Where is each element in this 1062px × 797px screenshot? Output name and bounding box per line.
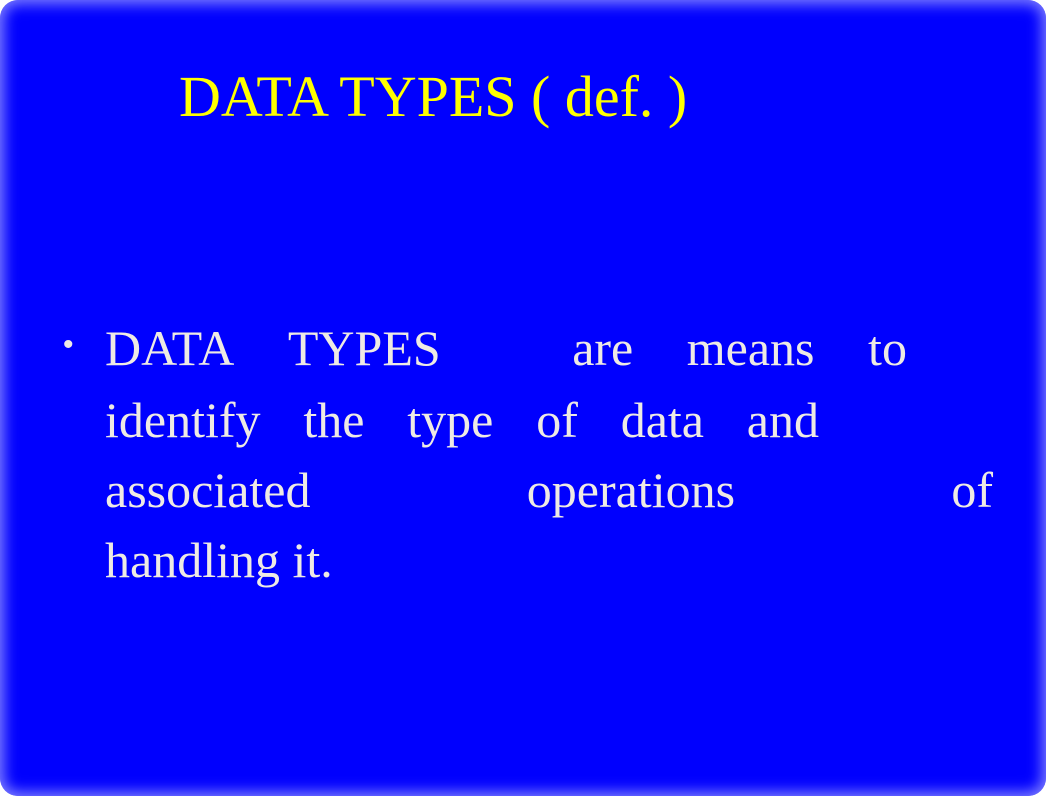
bullet-line-4: handling it. (105, 530, 333, 590)
bullet-line-3: associated operations of (105, 460, 993, 520)
word: means (686, 320, 815, 376)
word: handling it. (105, 532, 333, 588)
word: DATA (105, 320, 235, 376)
word: are (572, 320, 634, 376)
word: and (746, 392, 819, 448)
bullet-icon: • (63, 328, 74, 361)
word: associated (105, 462, 311, 518)
word: operations (526, 462, 736, 518)
word: of (536, 392, 578, 448)
word: the (303, 392, 365, 448)
word: of (951, 462, 993, 518)
slide: DATA TYPES ( def. ) • DATA TYPES are mea… (0, 0, 1046, 796)
word: data (620, 392, 704, 448)
word: type (407, 392, 494, 448)
word: identify (105, 392, 261, 448)
bullet-line-1: DATA TYPES are means to (105, 318, 907, 378)
word: TYPES (287, 320, 441, 376)
slide-title: DATA TYPES ( def. ) (179, 64, 688, 129)
bullet-line-2: identify the type of data and (105, 390, 819, 450)
word: to (868, 320, 907, 376)
